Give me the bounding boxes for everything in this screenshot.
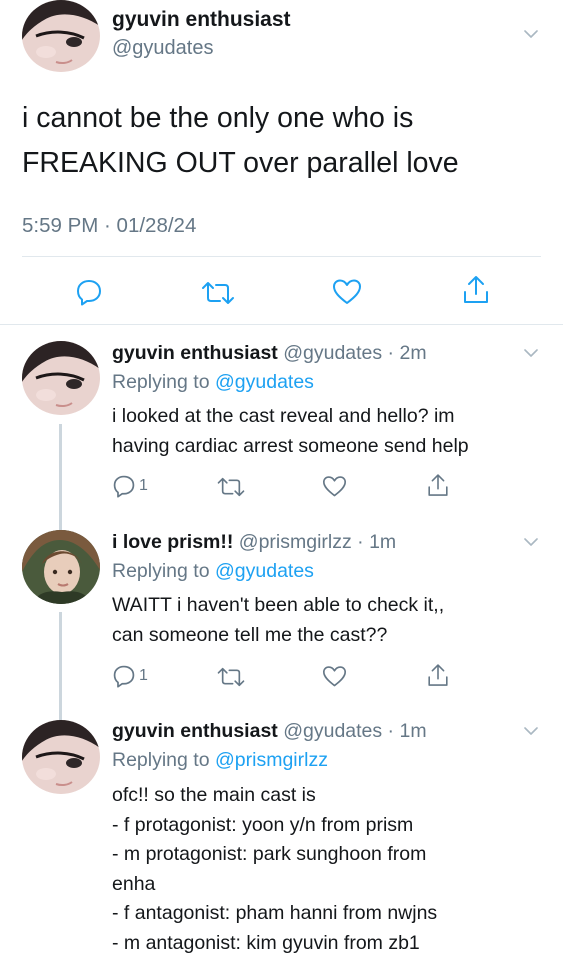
avatar[interactable] — [22, 530, 100, 604]
tweet-text-line: can someone tell me the cast?? — [112, 623, 388, 646]
share-icon[interactable] — [461, 274, 491, 306]
tweet-text-line: FREAKING OUT over parallel love — [22, 147, 459, 179]
tweet-text-line: - f protagonist: yoon y/n from prism — [112, 813, 414, 836]
reply-action[interactable]: 1 — [112, 474, 148, 498]
avatar[interactable] — [22, 341, 100, 415]
retweet-icon[interactable] — [200, 280, 236, 306]
reply-action[interactable]: 1 — [112, 664, 148, 688]
tweet-text: i cannot be the only one who is FREAKING… — [22, 96, 542, 186]
tweet-text: i looked at the cast reveal and hello? i… — [112, 402, 552, 461]
reply-icon[interactable] — [112, 664, 136, 688]
retweet-icon[interactable] — [216, 666, 246, 688]
author-handle[interactable]: @gyudates — [112, 37, 213, 60]
replying-to: Replying to @prismgirlzz — [112, 749, 328, 772]
reply-tweet[interactable]: gyuvin enthusiast @gyudates · 2m Replyin… — [0, 326, 563, 516]
main-tweet: gyuvin enthusiast @gyudates i cannot be … — [0, 0, 563, 325]
chevron-down-icon[interactable] — [524, 27, 538, 41]
divider — [22, 256, 541, 257]
reply-tweet[interactable]: gyuvin enthusiast @gyudates · 1m Replyin… — [0, 706, 563, 960]
chevron-down-icon[interactable] — [524, 724, 538, 738]
author-name[interactable]: gyuvin enthusiast — [112, 720, 278, 742]
replying-to-label: Replying to — [112, 560, 215, 582]
reply-icon[interactable] — [75, 278, 103, 306]
avatar[interactable] — [22, 720, 100, 794]
avatar-photo — [22, 530, 100, 604]
tweet-text: ofc!! so the main cast is - f protagonis… — [112, 781, 552, 958]
avatar-photo — [22, 341, 100, 415]
thread-line — [59, 612, 62, 706]
tweet-actions: 1 — [112, 472, 552, 502]
avatar-photo — [22, 720, 100, 794]
reply-header: gyuvin enthusiast @gyudates · 1m — [112, 720, 427, 743]
replying-to-label: Replying to — [112, 371, 215, 393]
author-handle-time[interactable]: @gyudates · 1m — [283, 720, 426, 742]
chevron-down-icon[interactable] — [524, 346, 538, 360]
tweet-text-line: having cardiac arrest someone send help — [112, 434, 469, 457]
author-handle-time[interactable]: @prismgirlzz · 1m — [239, 531, 396, 553]
tweet-text-line: WAITT i haven't been able to check it,, — [112, 594, 445, 616]
replying-to-link[interactable]: @gyudates — [215, 560, 314, 582]
replying-to: Replying to @gyudates — [112, 560, 314, 583]
tweet-actions — [0, 270, 563, 314]
author-name[interactable]: gyuvin enthusiast — [112, 8, 291, 32]
thread-line — [59, 706, 62, 720]
author-name[interactable]: gyuvin enthusiast — [112, 342, 278, 364]
tweet-text-line: i looked at the cast reveal and hello? i… — [112, 405, 455, 427]
replying-to: Replying to @gyudates — [112, 371, 314, 394]
tweet-text-line: - m protagonist: park sunghoon from — [112, 843, 427, 865]
tweet-actions: 1 — [112, 662, 552, 692]
replying-to-link[interactable]: @prismgirlzz — [215, 749, 328, 771]
like-icon[interactable] — [322, 475, 347, 498]
tweet-text-line: - f antagonist: pham hanni from nwjns — [112, 902, 438, 924]
thread-line — [59, 424, 62, 516]
chevron-down-icon[interactable] — [524, 535, 538, 549]
reply-icon[interactable] — [112, 474, 136, 498]
tweet-timestamp[interactable]: 5:59 PM · 01/28/24 — [22, 214, 196, 238]
replying-to-label: Replying to — [112, 749, 215, 771]
retweet-icon[interactable] — [216, 476, 246, 498]
like-icon[interactable] — [332, 278, 362, 306]
share-icon[interactable] — [426, 662, 450, 689]
author-handle-time[interactable]: @gyudates · 2m — [283, 342, 426, 364]
reply-header: i love prism!! @prismgirlzz · 1m — [112, 531, 396, 554]
replying-to-link[interactable]: @gyudates — [215, 371, 314, 393]
tweet-text-line: ofc!! so the main cast is — [112, 784, 316, 806]
thread-line — [59, 516, 62, 530]
tweet-text-line: - m antagonist: kim gyuvin from zb1 — [112, 931, 420, 954]
reply-count: 1 — [139, 477, 148, 494]
like-icon[interactable] — [322, 665, 347, 688]
tweet-text: WAITT i haven't been able to check it,, … — [112, 591, 552, 650]
reply-header: gyuvin enthusiast @gyudates · 2m — [112, 342, 427, 365]
avatar-photo — [22, 0, 100, 72]
reply-tweet[interactable]: i love prism!! @prismgirlzz · 1m Replyin… — [0, 516, 563, 706]
tweet-text-line: i cannot be the only one who is — [22, 102, 414, 134]
tweet-text-line: enha — [112, 872, 156, 895]
author-name[interactable]: i love prism!! — [112, 531, 233, 553]
share-icon[interactable] — [426, 472, 450, 499]
avatar[interactable] — [22, 0, 100, 72]
reply-count: 1 — [139, 667, 148, 684]
